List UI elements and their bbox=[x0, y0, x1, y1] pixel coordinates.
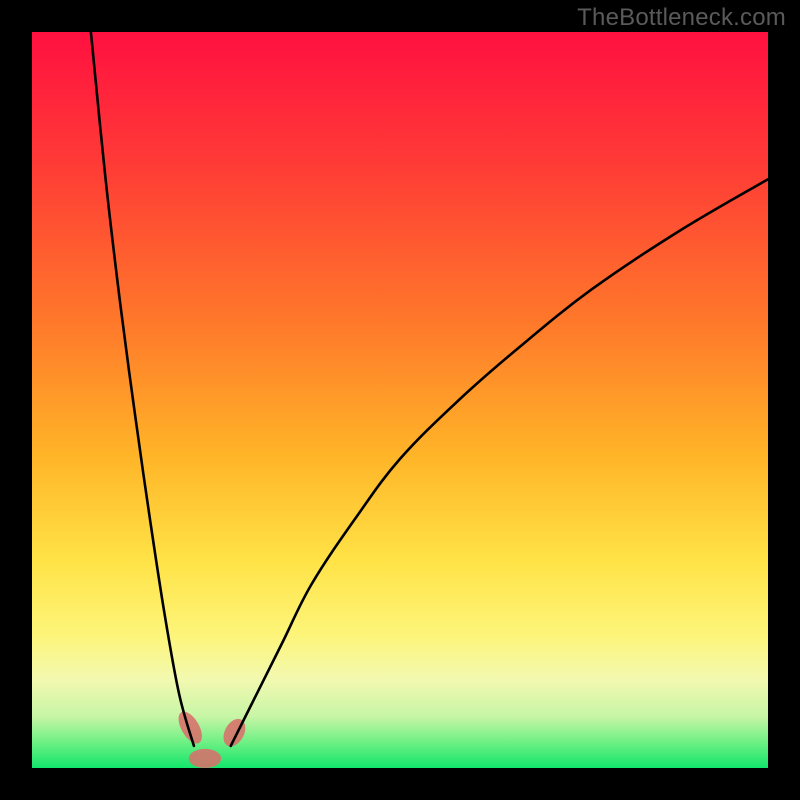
lobe bbox=[189, 749, 221, 768]
outer-frame: TheBottleneck.com bbox=[0, 0, 800, 800]
plot-area bbox=[32, 32, 768, 768]
watermark-text: TheBottleneck.com bbox=[577, 4, 786, 32]
gradient-background bbox=[32, 32, 768, 768]
plot-svg bbox=[32, 32, 768, 768]
